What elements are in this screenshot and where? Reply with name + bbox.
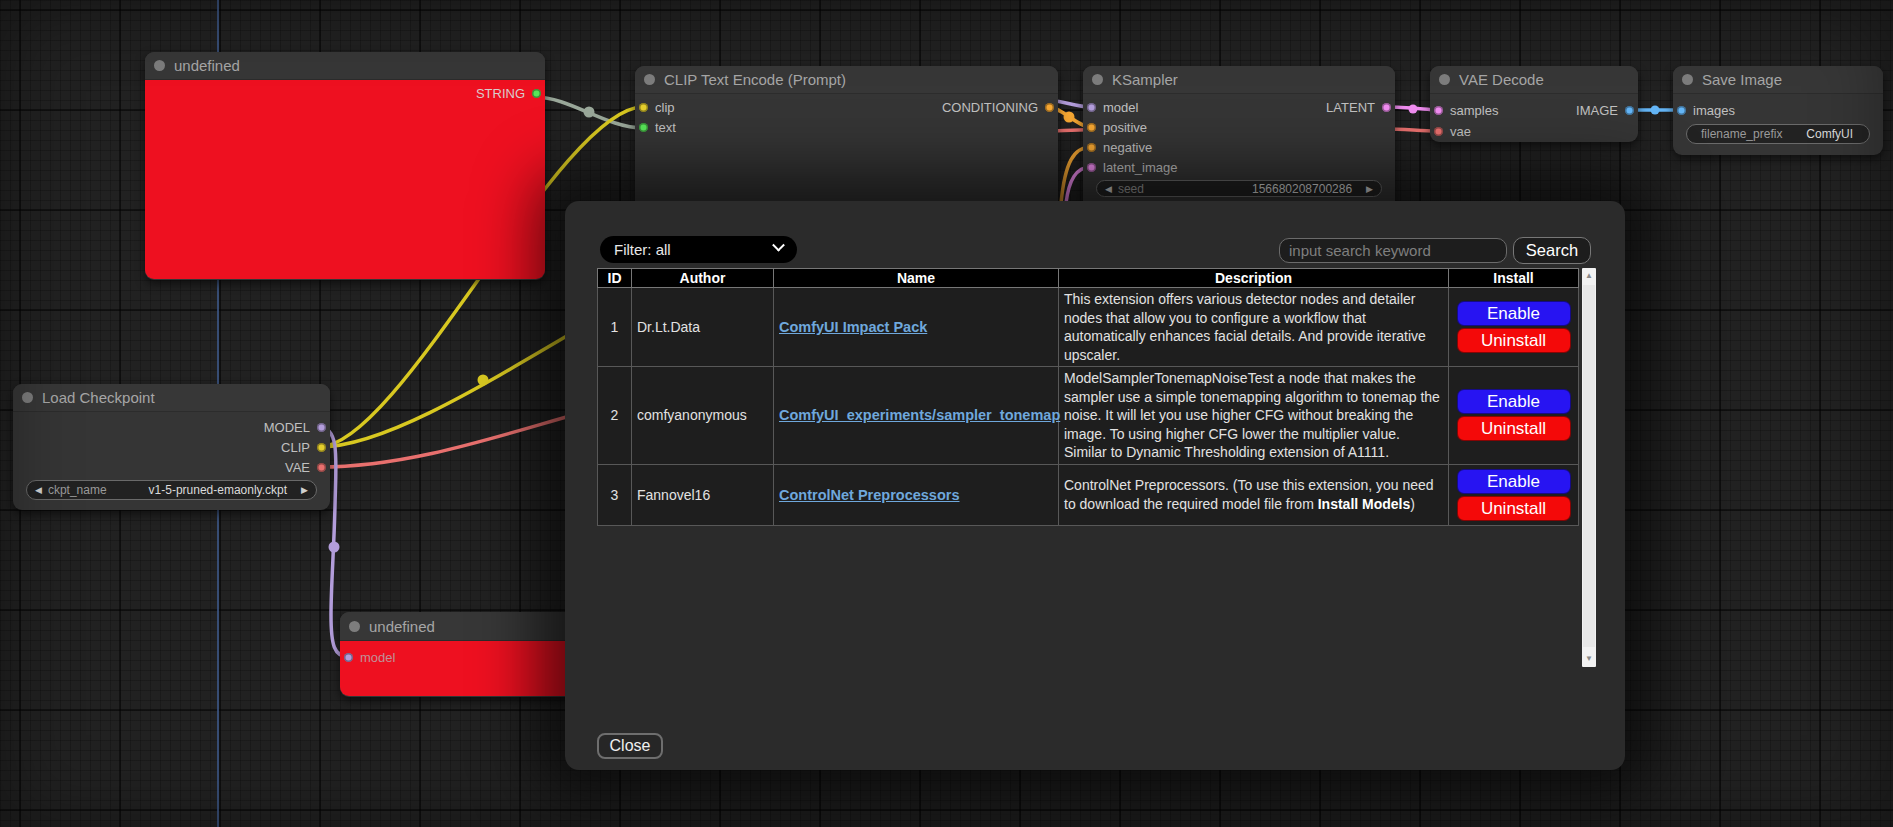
input-slot-latent-image[interactable] [1087,163,1096,172]
search-button[interactable]: Search [1513,237,1591,264]
output-slot-model[interactable] [317,423,326,432]
scroll-down-icon[interactable]: ▼ [1582,652,1596,666]
increment-arrow[interactable]: ▶ [1366,184,1381,194]
output-slot-clip[interactable] [317,443,326,452]
decrement-arrow[interactable]: ◀ [27,485,42,495]
output-slot-string[interactable] [532,89,541,98]
node-undefined-bottom[interactable]: undefined model [340,612,580,697]
input-slot-vae[interactable] [1434,127,1443,136]
enable-button[interactable]: Enable [1457,301,1571,326]
node-title: undefined [174,57,240,74]
search-input[interactable] [1279,238,1507,263]
collapse-dot[interactable] [349,621,360,632]
cell-name: ControlNet Preprocessors [774,464,1059,525]
node-save-image[interactable]: Save Image images filename_prefix ComfyU… [1673,66,1883,155]
cell-description: This extension offers various detector n… [1059,288,1449,367]
install-custom-nodes-dialog: Filter: all Search ID Author Name Descri… [565,201,1625,770]
decrement-arrow[interactable]: ◀ [1097,184,1112,194]
output-slot-vae[interactable] [317,463,326,472]
collapse-dot[interactable] [154,60,165,71]
node-load-checkpoint[interactable]: Load Checkpoint MODEL CLIP VAE ◀ ckpt_na… [13,384,330,510]
input-slot-samples[interactable] [1434,106,1443,115]
cell-id: 3 [598,464,632,525]
cell-author: Dr.Lt.Data [632,288,774,367]
input-slot-model[interactable] [1087,103,1096,112]
collapse-dot[interactable] [1439,74,1450,85]
table-scrollbar[interactable]: ▲ ▼ [1582,268,1596,667]
scrollbar-thumb[interactable] [1583,285,1595,647]
chevron-down-icon [772,239,785,252]
table-header-row: ID Author Name Description Install [598,269,1579,288]
node-undefined-top[interactable]: undefined STRING [145,52,545,280]
seed-widget[interactable]: ◀ seed 156680208700286 ▶ [1096,180,1382,197]
scroll-up-icon[interactable]: ▲ [1582,269,1596,283]
collapse-dot[interactable] [1682,74,1693,85]
table-row: 2comfyanonymous ComfyUI_experiments/sampl… [598,367,1579,465]
node-title: CLIP Text Encode (Prompt) [664,71,846,88]
close-button[interactable]: Close [597,733,663,759]
table-scroll-area: ID Author Name Description Install 1Dr.L… [597,268,1596,667]
table-row: 1Dr.Lt.Data ComfyUI Impact Pack This exten… [598,288,1579,367]
collapse-dot[interactable] [644,74,655,85]
input-slot-images[interactable] [1677,106,1686,115]
cell-description: ControlNet Preprocessors. (To use this e… [1059,464,1449,525]
input-slot-text[interactable] [639,123,648,132]
uninstall-button[interactable]: Uninstall [1457,328,1571,353]
node-title: Load Checkpoint [42,389,155,406]
input-slot-model[interactable] [344,653,353,662]
enable-button[interactable]: Enable [1457,469,1571,494]
collapse-dot[interactable] [1092,74,1103,85]
ckpt-name-widget[interactable]: ◀ ckpt_name v1-5-pruned-emaonly.ckpt ▶ [26,480,317,500]
node-title: KSampler [1112,71,1178,88]
extensions-table: ID Author Name Description Install 1Dr.L… [597,268,1579,526]
extension-link[interactable]: ControlNet Preprocessors [779,487,960,503]
node-title: Save Image [1702,71,1782,88]
extension-link[interactable]: ComfyUI_experiments/sampler_tonemap [779,407,1060,423]
table-row: 3Fannovel16 ControlNet Preprocessors Contr… [598,464,1579,525]
node-title: undefined [369,618,435,635]
node-vae-decode[interactable]: VAE Decode samples IMAGE vae [1430,66,1638,142]
cell-install: EnableUninstall [1449,367,1579,465]
output-slot-conditioning[interactable] [1045,103,1054,112]
output-slot-latent[interactable] [1382,103,1391,112]
cell-description: ModelSamplerTonemapNoiseTest a node that… [1059,367,1449,465]
input-slot-positive[interactable] [1087,123,1096,132]
cell-id: 2 [598,367,632,465]
filename-prefix-widget[interactable]: filename_prefix ComfyUI [1686,124,1870,144]
output-label: STRING [469,86,532,101]
cell-author: Fannovel16 [632,464,774,525]
enable-button[interactable]: Enable [1457,389,1571,414]
increment-arrow[interactable]: ▶ [301,485,316,495]
filter-select[interactable]: Filter: all [600,236,797,263]
node-title: VAE Decode [1459,71,1544,88]
uninstall-button[interactable]: Uninstall [1457,496,1571,521]
collapse-dot[interactable] [22,392,33,403]
cell-author: comfyanonymous [632,367,774,465]
input-slot-negative[interactable] [1087,143,1096,152]
output-slot-image[interactable] [1625,106,1634,115]
cell-install: EnableUninstall [1449,288,1579,367]
extension-link[interactable]: ComfyUI Impact Pack [779,319,927,335]
input-slot-clip[interactable] [639,103,648,112]
uninstall-button[interactable]: Uninstall [1457,416,1571,441]
cell-install: EnableUninstall [1449,464,1579,525]
cell-name: ComfyUI Impact Pack [774,288,1059,367]
cell-id: 1 [598,288,632,367]
cell-name: ComfyUI_experiments/sampler_tonemap [774,367,1059,465]
